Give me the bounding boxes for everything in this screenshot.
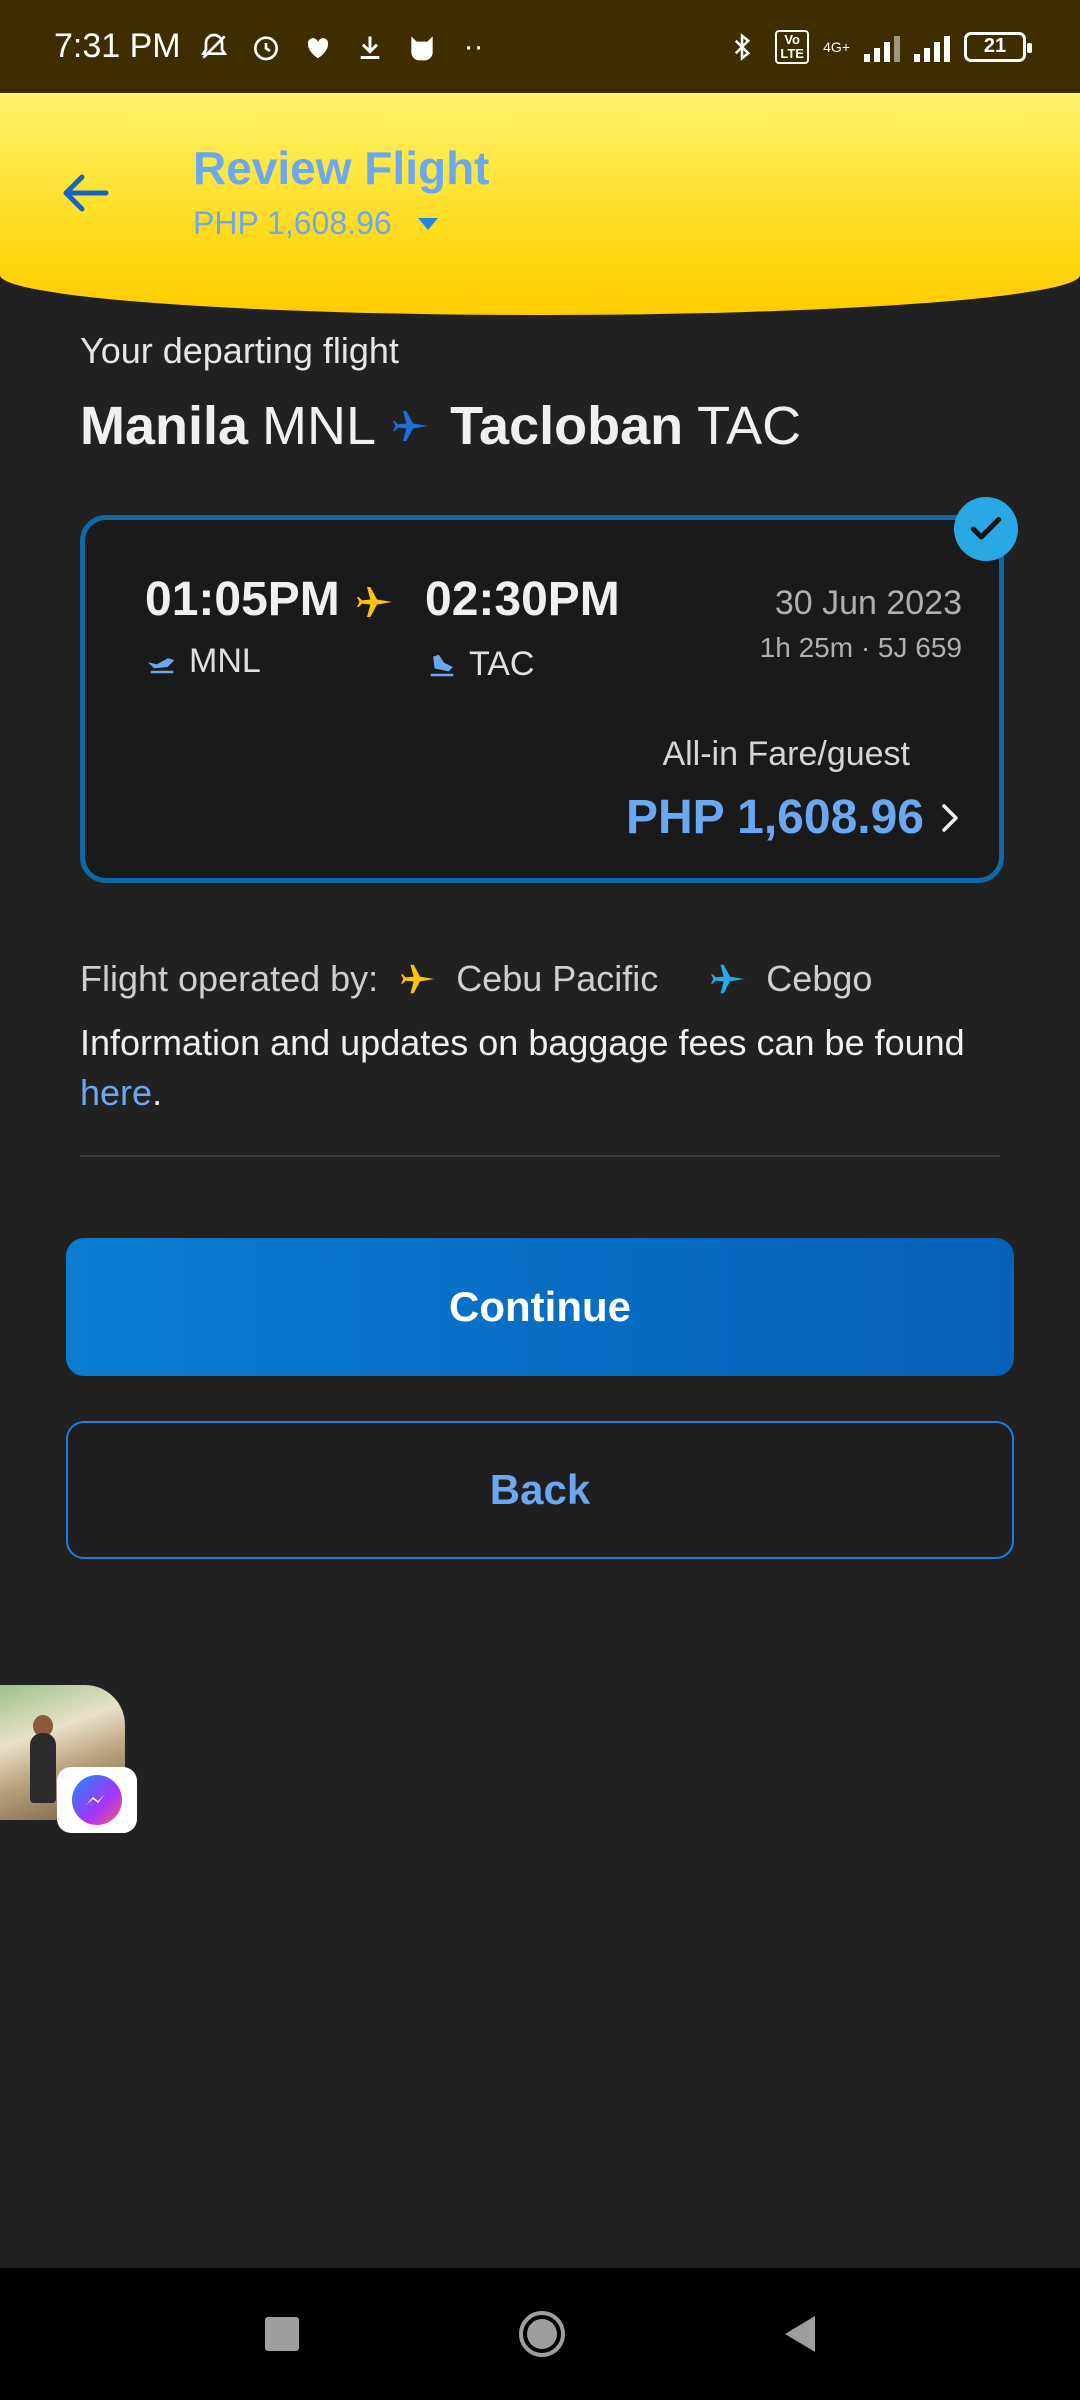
plane-icon <box>393 411 429 441</box>
cat-icon <box>403 28 441 66</box>
flight-date: 30 Jun 2023 <box>774 584 962 622</box>
arrive-code: TAC <box>469 645 535 683</box>
fare-amount: PHP 1,608.96 <box>625 791 924 844</box>
battery-icon: 21 <box>964 31 1032 62</box>
check-icon <box>954 497 1018 561</box>
heart-icon <box>299 28 337 66</box>
back-arrow-icon[interactable] <box>60 173 110 213</box>
cebgo-plane-icon <box>711 964 745 994</box>
dest-code: TAC <box>697 396 802 456</box>
status-bar: 7:31 PM ·· Vo LTE 4G+ 21 <box>0 0 1080 93</box>
airline-name-2: Cebgo <box>766 958 873 999</box>
arrive-time: 02:30PM <box>425 573 620 626</box>
signal-2-icon <box>914 32 950 62</box>
recents-button[interactable] <box>265 2317 299 2351</box>
back-button[interactable]: Back <box>66 1421 1014 1559</box>
cebu-pacific-plane-icon <box>401 964 435 994</box>
bell-muted-icon <box>195 28 233 66</box>
dest-city: Tacloban <box>450 396 684 456</box>
messenger-badge <box>72 1775 122 1825</box>
origin-code: MNL <box>262 396 377 456</box>
more-dots-icon: ·· <box>463 29 484 63</box>
depart-code: MNL <box>189 642 261 680</box>
continue-button[interactable]: Continue <box>66 1238 1014 1376</box>
baggage-suffix: . <box>152 1072 163 1113</box>
messenger-icon[interactable] <box>57 1767 137 1833</box>
status-time: 7:31 PM <box>54 27 181 65</box>
fare-label: All-in Fare/guest <box>662 735 910 773</box>
airline-name-1: Cebu Pacific <box>456 958 659 999</box>
airline-cebu-pacific: Cebu Pacific <box>400 958 658 1000</box>
nav-back-button[interactable] <box>785 2316 815 2352</box>
landing-icon <box>430 654 454 676</box>
app-header: Review Flight PHP 1,608.96 <box>0 93 1080 315</box>
system-nav-bar <box>0 2268 1080 2400</box>
baggage-text: Information and updates on baggage fees … <box>80 1022 965 1063</box>
divider <box>80 1155 1000 1157</box>
baggage-info: Information and updates on baggage fees … <box>80 1018 1010 1118</box>
arrive-airport: TAC <box>425 645 534 684</box>
airline-cebgo: Cebgo <box>710 958 872 1000</box>
signal-1-icon <box>864 32 900 62</box>
depart-time: 01:05PM <box>145 573 340 626</box>
operated-by-label: Flight operated by: <box>80 958 379 999</box>
price-summary[interactable]: PHP 1,608.96 <box>193 205 438 242</box>
route-heading: Manila MNL Tacloban TAC <box>80 395 801 457</box>
page-title: Review Flight <box>193 142 490 194</box>
origin-city: Manila <box>80 396 249 456</box>
home-button[interactable] <box>519 2311 565 2357</box>
baggage-link[interactable]: here <box>80 1072 152 1113</box>
takeoff-icon <box>147 657 175 673</box>
fare-value[interactable]: PHP 1,608.96 <box>626 790 960 845</box>
volte-badge: Vo LTE <box>775 29 810 64</box>
header-price-value: PHP 1,608.96 <box>193 205 392 241</box>
download-icon <box>351 28 389 66</box>
departing-label: Your departing flight <box>80 330 399 371</box>
operated-by: Flight operated by: Cebu Pacific Cebgo <box>80 958 872 1000</box>
depart-airport: MNL <box>145 642 261 681</box>
flight-duration-number: 1h 25m · 5J 659 <box>759 632 962 663</box>
plane-yellow-icon <box>357 587 392 617</box>
chevron-right-icon[interactable] <box>940 802 960 834</box>
chevron-down-icon[interactable] <box>417 217 438 230</box>
network-type: 4G+ <box>823 38 850 55</box>
bluetooth-icon <box>723 28 761 66</box>
chat-head-person <box>30 1733 56 1803</box>
alarm-icon <box>247 28 285 66</box>
